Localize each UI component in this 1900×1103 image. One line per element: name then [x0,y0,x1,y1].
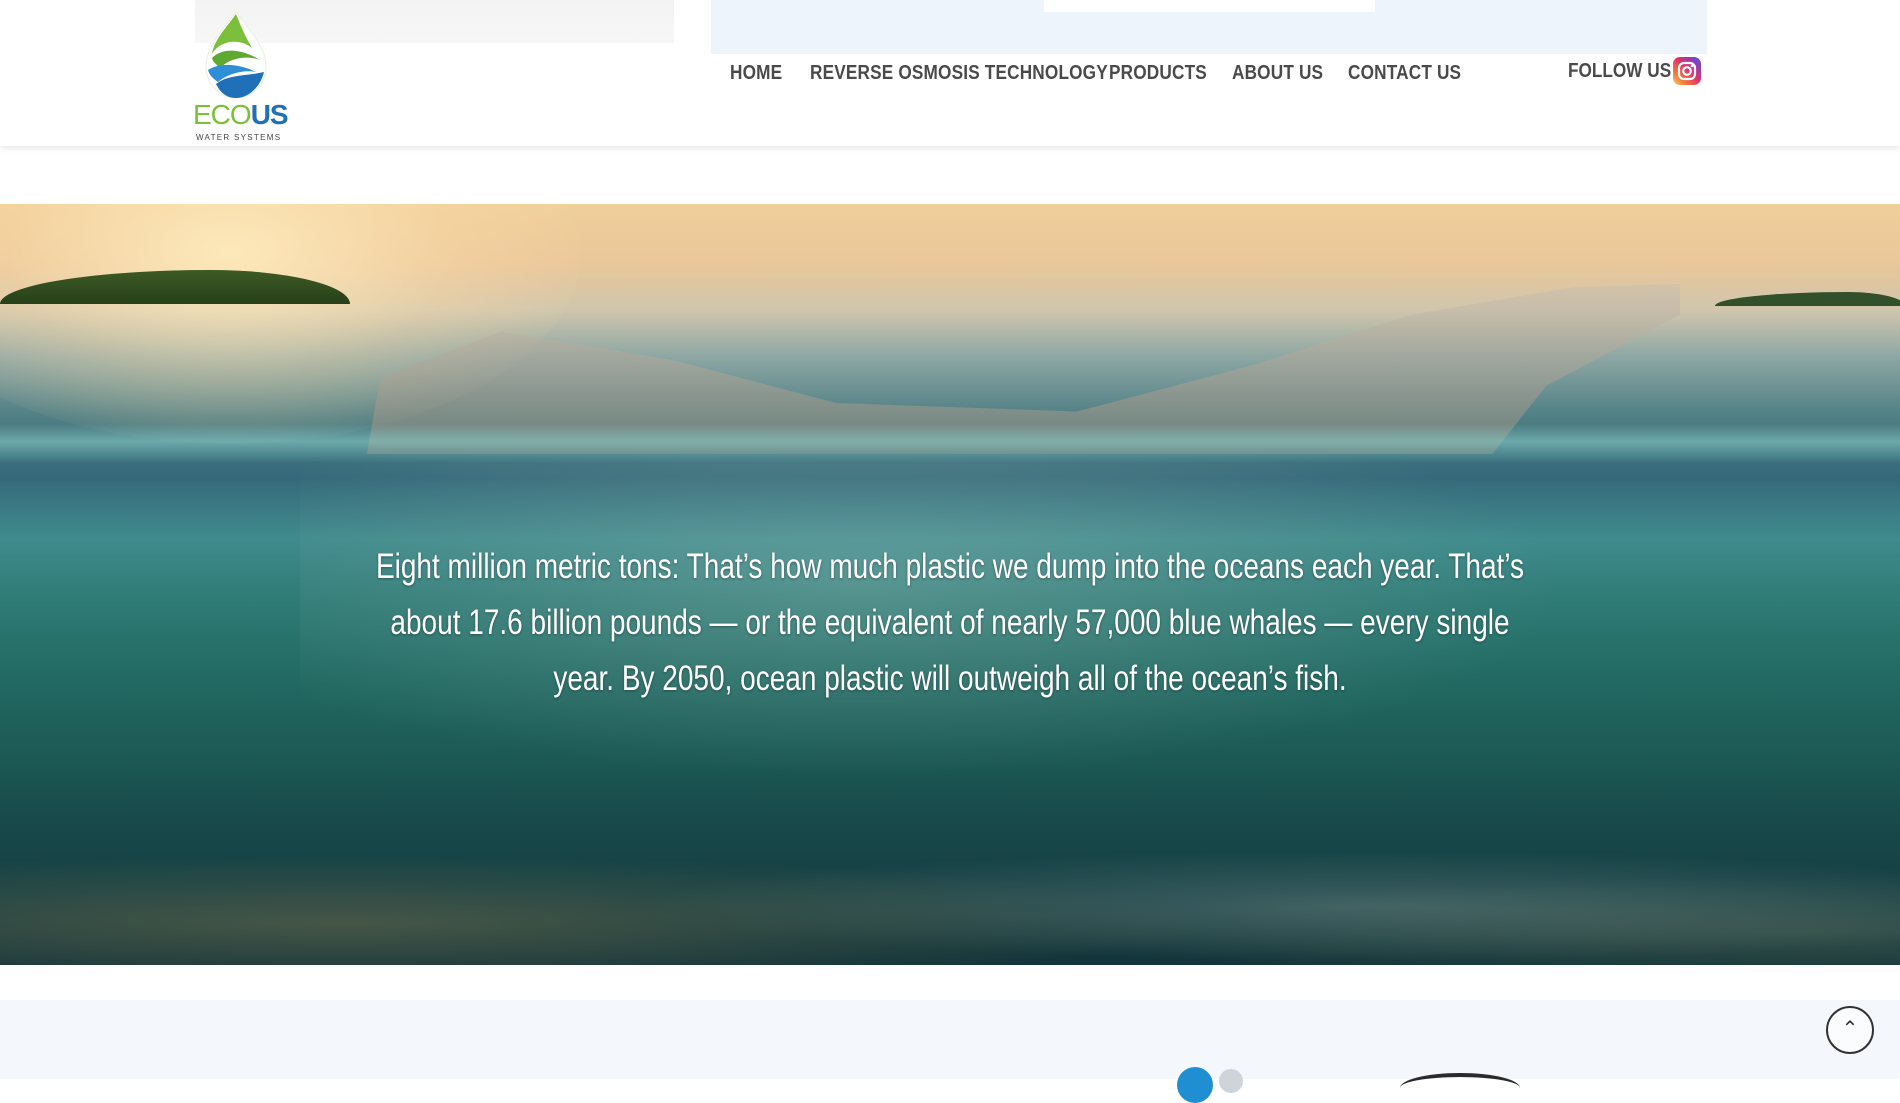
next-section [0,1000,1900,1103]
nav-item-products[interactable]: PRODUCTS [1109,58,1207,88]
decorative-curve [1400,1073,1520,1103]
site-header: ECOUS WATER SYSTEMS HOME REVERSE OSMOSIS… [0,0,1900,146]
hero-statement: Eight million metric tons: That’s how mu… [375,547,1525,698]
logo-wordmark: ECOUS [193,99,289,130]
ecous-logo[interactable]: ECOUS WATER SYSTEMS [193,10,289,142]
chevron-up-icon: ⌃ [1841,1018,1859,1040]
search-input[interactable] [1044,0,1375,12]
header-top-bar [711,0,1707,54]
nav-item-home[interactable]: HOME [730,58,782,88]
decorative-dot-grey [1219,1069,1243,1093]
island-right [1715,292,1900,306]
nav-item-about-us[interactable]: ABOUT US [1232,58,1323,88]
nav-item-contact-us[interactable]: CONTACT US [1348,58,1461,88]
water-drop-logo-icon [205,11,267,99]
hero-banner: Eight million metric tons: That’s how mu… [0,204,1900,965]
seabed-bottles [0,804,1900,965]
instagram-icon[interactable] [1673,57,1701,85]
nav-item-reverse-osmosis-technology[interactable]: REVERSE OSMOSIS TECHNOLOGY [810,58,1108,88]
back-to-top-button[interactable]: ⌃ [1826,1006,1874,1054]
logo-subtitle: WATER SYSTEMS [196,133,282,142]
decorative-dot-blue [1177,1067,1213,1103]
instagram-glyph-icon [1677,61,1697,81]
follow-us-label: FOLLOW US [1568,60,1672,82]
